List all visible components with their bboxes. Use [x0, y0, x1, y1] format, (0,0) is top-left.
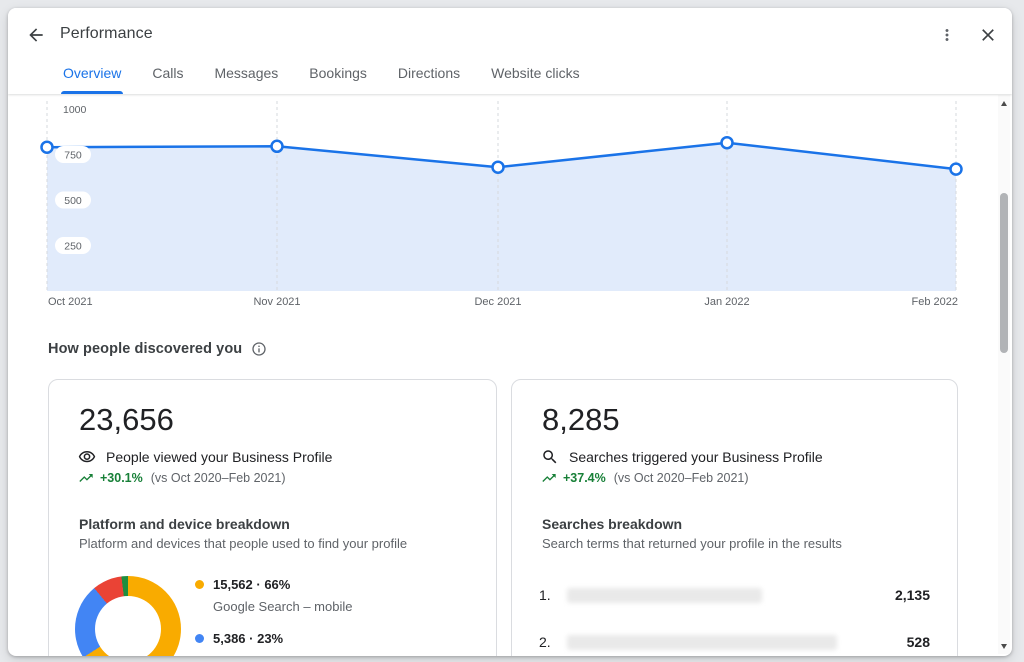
searches-delta: +37.4% [563, 471, 606, 485]
views-delta-row: +30.1% (vs Oct 2020–Feb 2021) [78, 470, 286, 486]
interactions-line-chart[interactable]: 1000 750 500 250 Oct 2021 Nov 2021 Dec 2021 Jan… [8, 95, 1012, 317]
data-point-Dec 2021[interactable] [493, 162, 504, 173]
searches-list: 1. 2,135 2. 528 [539, 587, 930, 656]
trending-up-icon [78, 470, 94, 486]
profile-views-card: 23,656 People viewed your Business Profi… [48, 379, 497, 656]
legend-item: 15,562 · 66% Google Search – mobile [195, 577, 352, 614]
searches-breakdown-title: Searches breakdown [542, 516, 682, 532]
tabs: Overview Calls Messages Bookings Directions W… [61, 65, 582, 94]
legend-dot [195, 580, 204, 589]
page-title: Performance [60, 25, 153, 43]
views-delta-note: (vs Oct 2020–Feb 2021) [151, 471, 286, 485]
data-point-Nov 2021[interactable] [272, 141, 283, 152]
views-count: 23,656 [79, 404, 174, 436]
legend-item: 5,386 · 23% [195, 631, 352, 646]
views-stat-row: People viewed your Business Profile [78, 448, 332, 466]
search-icon [541, 448, 559, 466]
donut-legend: 15,562 · 66% Google Search – mobile 5,386 … [195, 577, 352, 656]
trending-up-icon [541, 470, 557, 486]
views-delta: +30.1% [100, 471, 143, 485]
dialog-header: Performance Overview Calls Messages Booking… [8, 8, 1012, 94]
scroll-up-arrow[interactable] [998, 97, 1010, 109]
search-term-row: 2. 528 [539, 634, 930, 650]
search-rank: 1. [539, 587, 555, 603]
x-label-Feb 2022: Feb 2022 [912, 296, 958, 308]
search-count: 2,135 [895, 587, 930, 603]
views-label: People viewed your Business Profile [106, 449, 332, 465]
search-count: 528 [907, 634, 930, 650]
tab-calls[interactable]: Calls [150, 65, 185, 94]
data-point-Jan 2022[interactable] [722, 137, 733, 148]
scrollbar-thumb[interactable] [1000, 193, 1008, 353]
back-button[interactable] [20, 19, 52, 51]
searches-delta-note: (vs Oct 2020–Feb 2021) [614, 471, 749, 485]
legend-value: 5,386 · 23% [213, 631, 283, 646]
data-point-Feb 2022[interactable] [951, 164, 962, 175]
searches-breakdown-subtitle: Search terms that returned your profile … [542, 536, 842, 551]
more-options-button[interactable] [931, 19, 963, 51]
searches-card: 8,285 Searches triggered your Business P… [511, 379, 958, 656]
y-tick-250: 250 [64, 241, 82, 253]
searches-count: 8,285 [542, 404, 620, 436]
scroll-down-arrow[interactable] [998, 640, 1010, 652]
more-vert-icon [938, 26, 956, 44]
back-arrow-icon [26, 25, 46, 45]
page-background: Performance Overview Calls Messages Booking… [0, 0, 1024, 662]
donut-chart[interactable] [75, 576, 181, 656]
platform-breakdown-subtitle: Platform and devices that people used to… [79, 536, 407, 551]
searches-delta-row: +37.4% (vs Oct 2020–Feb 2021) [541, 470, 749, 486]
eye-icon [78, 448, 96, 466]
scrollbar[interactable] [998, 95, 1010, 654]
y-tick-500: 500 [64, 195, 82, 207]
y-tick-750: 750 [64, 150, 82, 162]
tab-directions[interactable]: Directions [396, 65, 462, 94]
redacted-search-term [567, 635, 837, 650]
y-tick-1000: 1000 [63, 104, 87, 116]
tab-website-clicks[interactable]: Website clicks [489, 65, 581, 94]
legend-value: 15,562 · 66% [213, 577, 290, 592]
discovery-section-header: How people discovered you [48, 341, 267, 357]
x-label-Dec 2021: Dec 2021 [474, 296, 521, 308]
close-button[interactable] [972, 19, 1004, 51]
donut-hole [95, 596, 161, 656]
tab-messages[interactable]: Messages [212, 65, 280, 94]
searches-stat-row: Searches triggered your Business Profile [541, 448, 823, 466]
x-label-Nov 2021: Nov 2021 [253, 296, 300, 308]
searches-label: Searches triggered your Business Profile [569, 449, 823, 465]
data-point-Oct 2021[interactable] [42, 142, 53, 153]
legend-dot [195, 634, 204, 643]
info-icon[interactable] [251, 341, 267, 357]
tab-bookings[interactable]: Bookings [307, 65, 369, 94]
legend-sublabel: Google Search – mobile [213, 599, 352, 614]
section-title: How people discovered you [48, 341, 242, 357]
redacted-search-term [567, 588, 762, 603]
performance-dialog: Performance Overview Calls Messages Booking… [8, 8, 1012, 656]
x-label-Jan 2022: Jan 2022 [704, 296, 749, 308]
search-rank: 2. [539, 634, 555, 650]
search-term-row: 1. 2,135 [539, 587, 930, 603]
tab-overview[interactable]: Overview [61, 65, 123, 94]
close-icon [978, 25, 998, 45]
x-label-Oct 2021: Oct 2021 [48, 296, 93, 308]
platform-breakdown-title: Platform and device breakdown [79, 516, 290, 532]
